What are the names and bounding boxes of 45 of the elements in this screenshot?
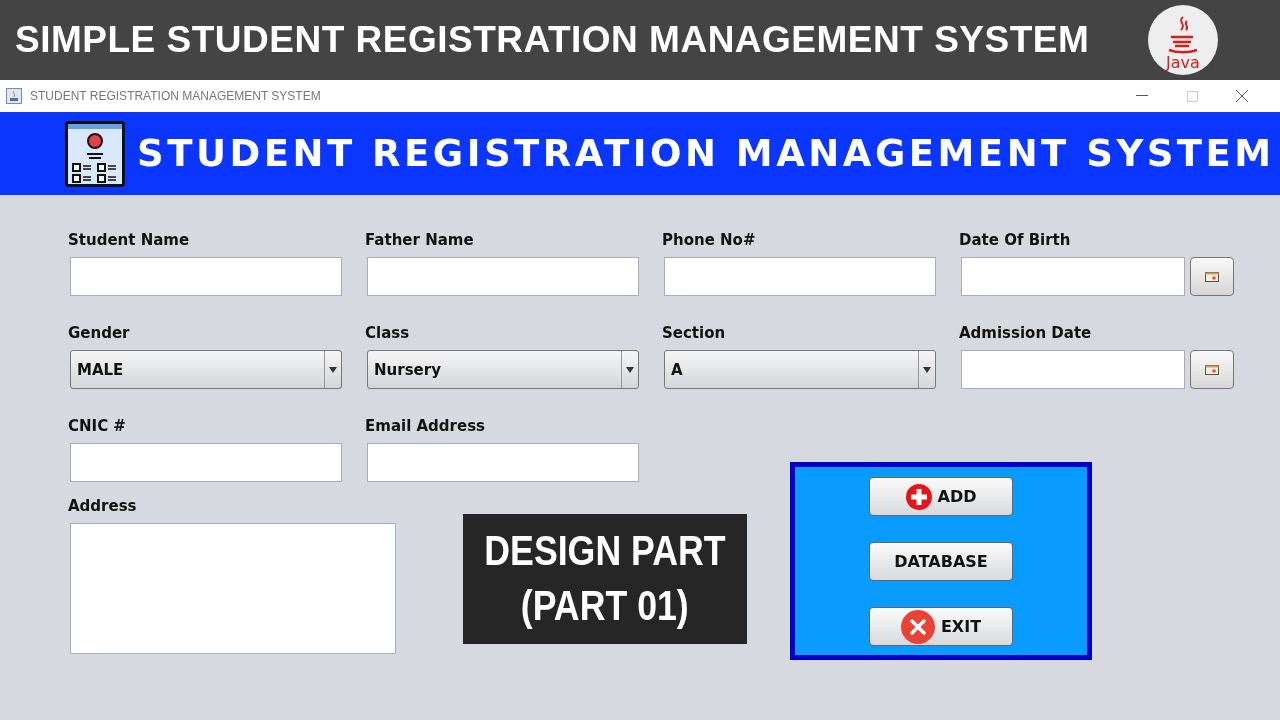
field-label: Email Address [365,417,486,437]
window-title: STUDENT REGISTRATION MANAGEMENT SYSTEM [30,89,322,103]
coffee-cup-logo: Java [1148,5,1218,75]
date-field[interactable] [961,257,1185,296]
dropdown[interactable]: Nursery [367,350,639,389]
caret-icon [329,366,337,373]
field-label: Address [68,497,138,517]
plus-icon [905,483,932,510]
action-button[interactable]: ADD [869,477,1013,516]
field-label: CNIC # [68,417,127,437]
text-field[interactable] [367,443,639,482]
text-field[interactable] [70,257,342,296]
field-label: Class [365,324,411,344]
dropdown[interactable]: A [664,350,936,389]
field-label: Section [662,324,727,344]
caret-icon [923,366,931,373]
close-icon [900,609,935,644]
action-button[interactable]: EXIT [869,607,1013,646]
caption-text: (PART 01) [521,581,689,631]
minimize-icon [1136,95,1148,97]
banner-title: SIMPLE STUDENT REGISTRATION MANAGEMENT SYSTEM [15,19,1091,61]
caret-icon [626,366,634,373]
field-label: Admission Date [959,324,1093,344]
student-form-icon [65,120,125,187]
app-title: STUDENT REGISTRATION MANAGEMENT SYSTEM [137,132,1275,175]
calendar-button[interactable] [1190,257,1234,296]
field-label: Father Name [365,231,475,251]
field-label: Date Of Birth [959,231,1072,251]
text-field[interactable] [70,443,342,482]
dropdown[interactable]: MALE [70,350,342,389]
text-field[interactable] [664,257,936,296]
close-icon [1236,90,1248,102]
date-field[interactable] [961,350,1185,389]
caption-text: DESIGN PART [484,526,726,577]
calendar-icon [1205,271,1219,282]
address-field[interactable] [70,523,396,654]
calendar-button[interactable] [1190,350,1234,389]
field-label: Gender [68,324,131,344]
coffee-cup-icon [6,88,22,104]
text-field[interactable] [367,257,639,296]
action-button[interactable]: DATABASE [869,542,1013,581]
maximize-icon [1186,90,1198,102]
field-label: Phone No# [662,231,757,251]
calendar-icon [1205,364,1219,375]
field-label: Student Name [68,231,191,251]
